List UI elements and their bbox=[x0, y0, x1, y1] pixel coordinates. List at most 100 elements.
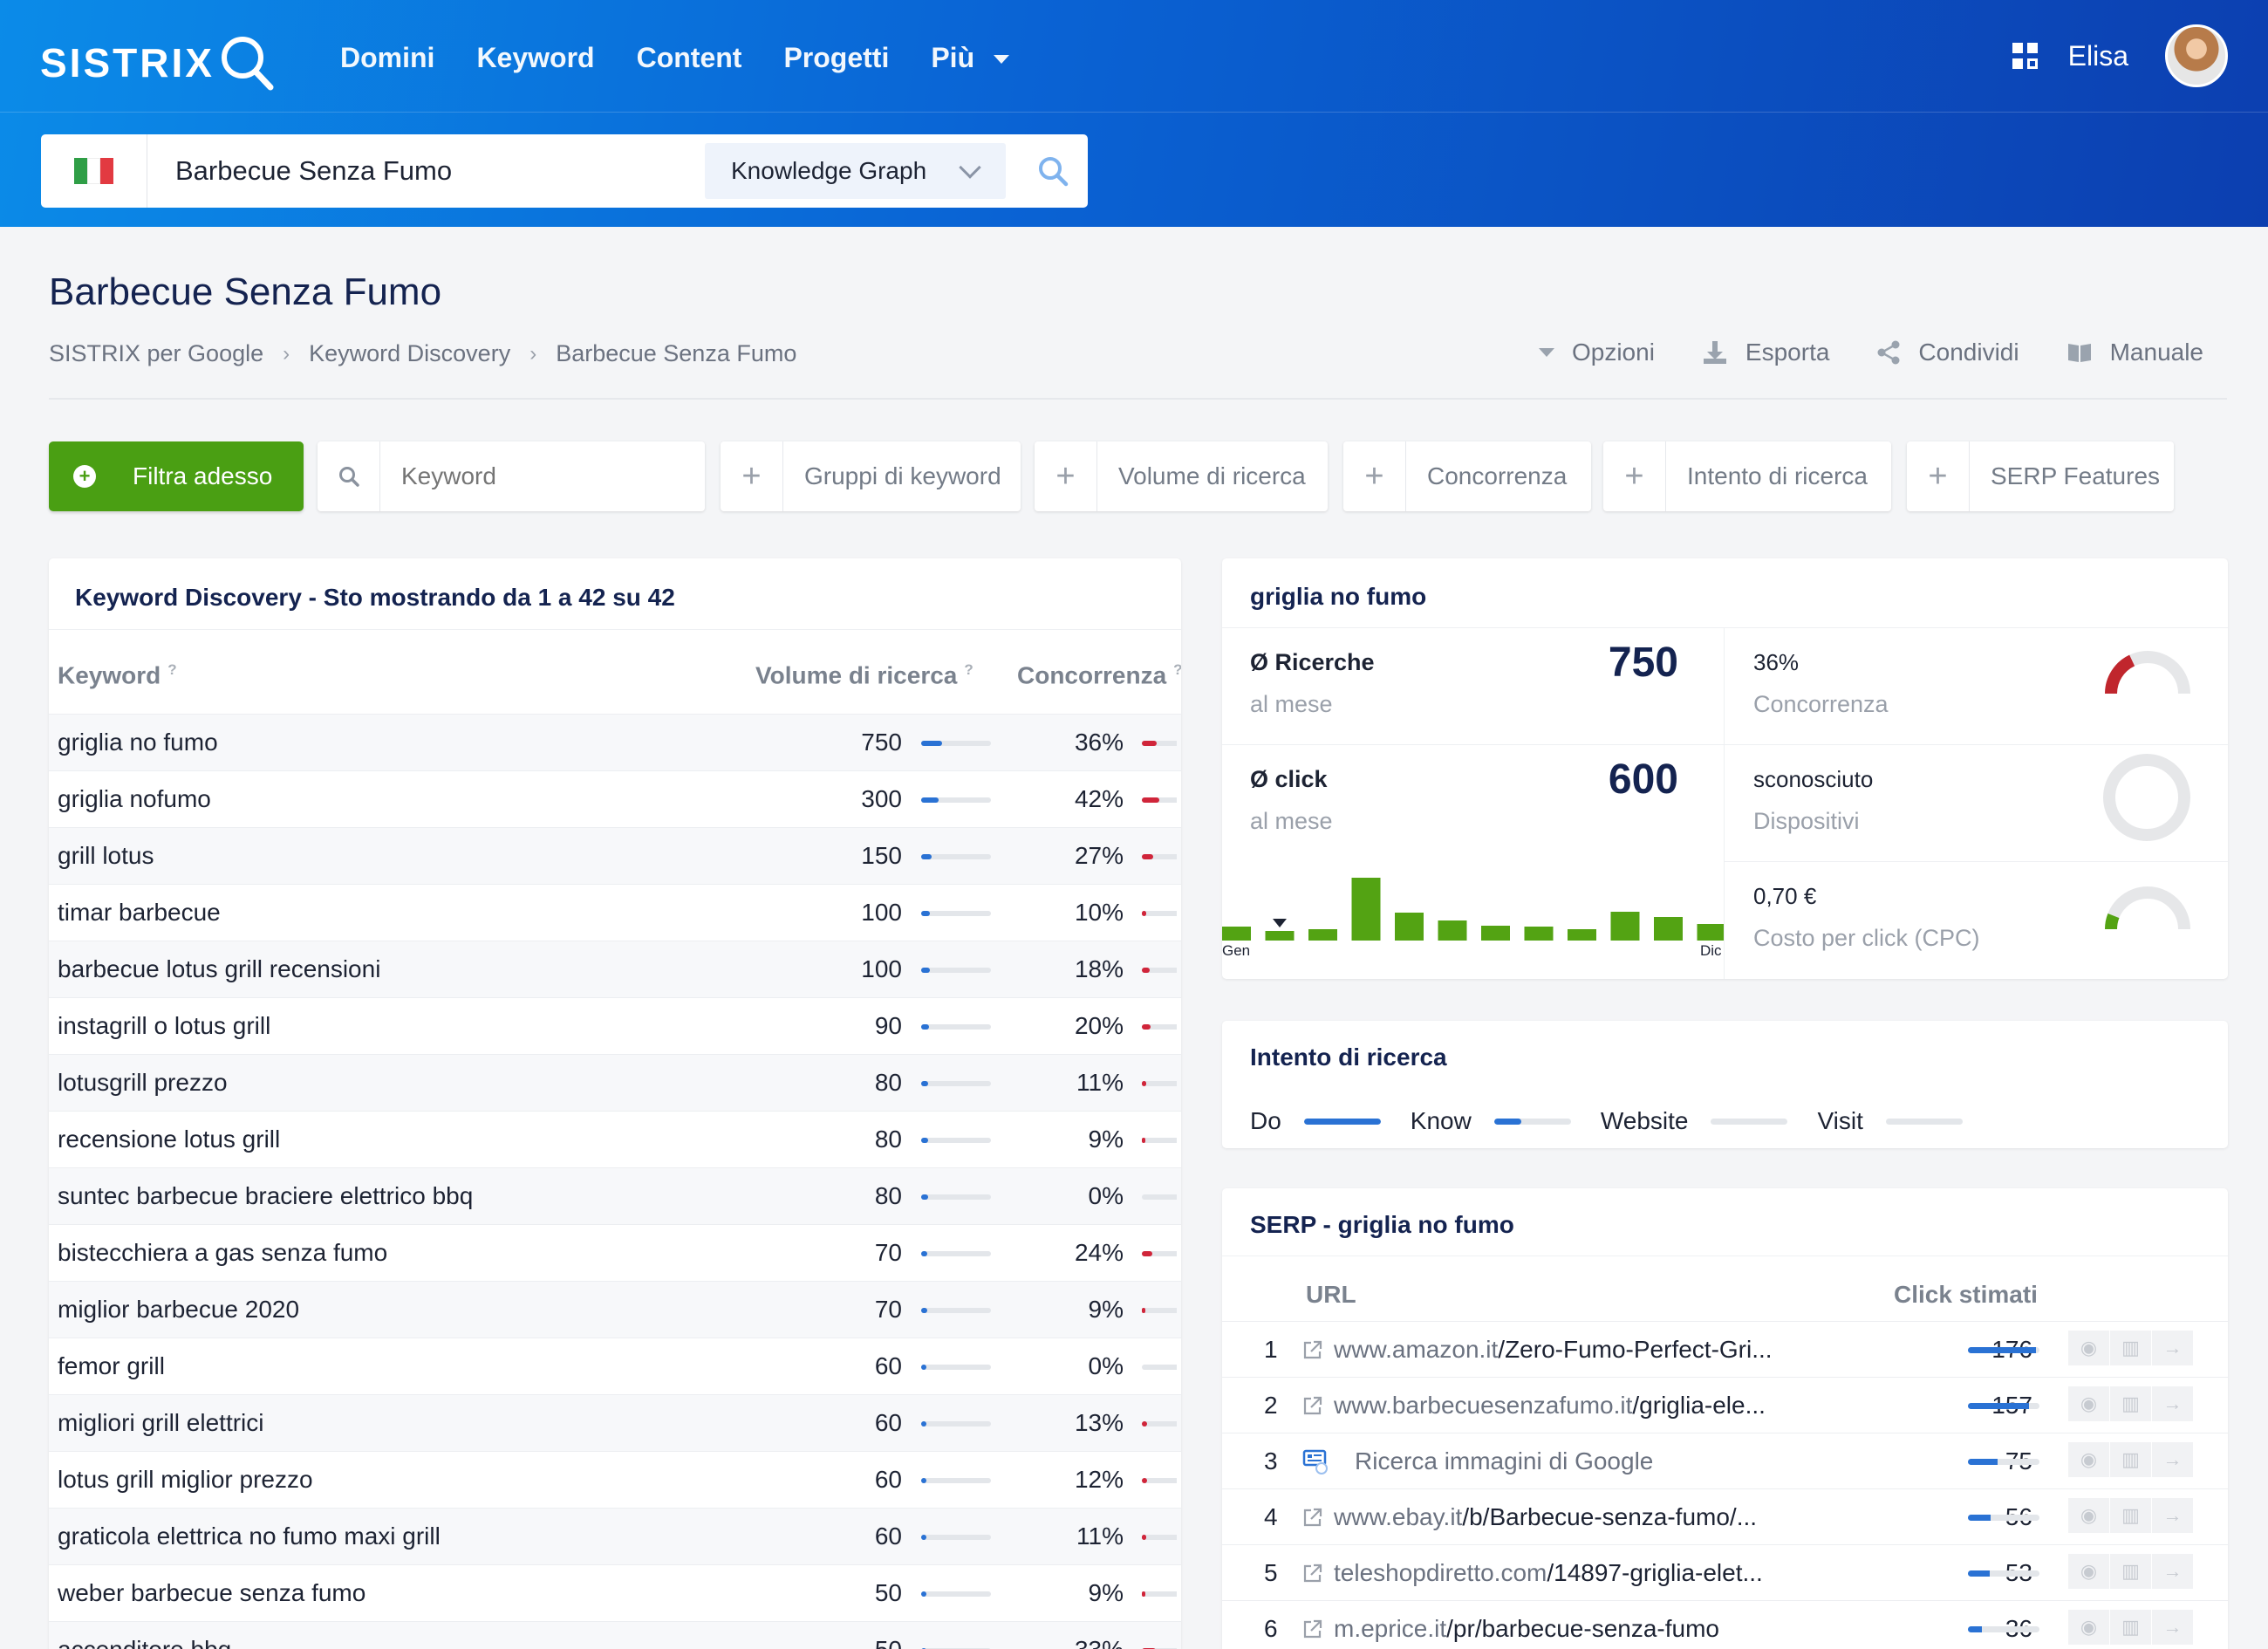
keyword-link[interactable]: suntec barbecue braciere elettrico bbq bbox=[58, 1182, 473, 1210]
trend-bar[interactable] bbox=[1524, 927, 1554, 941]
serp-result-link[interactable]: www.amazon.it/Zero-Fumo-Perfect-Gri... bbox=[1302, 1336, 1773, 1364]
nav-domini[interactable]: Domini bbox=[340, 38, 434, 77]
filter-now-button[interactable]: + Filtra adesso bbox=[49, 441, 304, 511]
keyword-link[interactable]: miglior barbecue 2020 bbox=[58, 1296, 299, 1324]
chart-icon[interactable]: ▥ bbox=[2110, 1386, 2152, 1421]
keyword-link[interactable]: timar barbecue bbox=[58, 899, 221, 927]
trend-bar[interactable] bbox=[1697, 924, 1725, 941]
country-flag-italy-icon[interactable] bbox=[41, 134, 147, 208]
table-row[interactable]: suntec barbecue braciere elettrico bbq 80… bbox=[49, 1167, 1181, 1224]
keyword-filter-input[interactable] bbox=[380, 462, 694, 490]
keyword-link[interactable]: grill lotus bbox=[58, 842, 154, 870]
table-row[interactable]: graticola elettrica no fumo maxi grill 60… bbox=[49, 1508, 1181, 1564]
table-row[interactable]: femor grill 60 0% bbox=[49, 1338, 1181, 1394]
eye-icon[interactable]: ◉ bbox=[2068, 1331, 2110, 1365]
eye-icon[interactable]: ◉ bbox=[2068, 1386, 2110, 1421]
arrow-right-icon[interactable]: → bbox=[2152, 1442, 2194, 1477]
trend-bar[interactable] bbox=[1351, 878, 1381, 941]
chart-icon[interactable]: ▥ bbox=[2110, 1554, 2152, 1589]
chart-icon[interactable]: ▥ bbox=[2110, 1610, 2152, 1645]
search-submit-button[interactable] bbox=[1018, 154, 1088, 188]
column-header-competition[interactable]: Concorrenza? bbox=[1017, 661, 1181, 689]
table-row[interactable]: timar barbecue 100 10% bbox=[49, 884, 1181, 941]
keyword-link[interactable]: instagrill o lotus grill bbox=[58, 1012, 270, 1040]
options-button[interactable]: Opzioni bbox=[1538, 339, 1655, 366]
arrow-right-icon[interactable]: → bbox=[2152, 1554, 2194, 1589]
share-button[interactable]: Condividi bbox=[1876, 339, 2019, 366]
keyword-link[interactable]: femor grill bbox=[58, 1352, 165, 1380]
breadcrumb-item[interactable]: SISTRIX per Google bbox=[49, 340, 263, 367]
trend-bar[interactable] bbox=[1308, 929, 1337, 941]
serp-result-link[interactable]: teleshopdiretto.com/14897-griglia-elet..… bbox=[1302, 1559, 1763, 1587]
eye-icon[interactable]: ◉ bbox=[2068, 1554, 2110, 1589]
arrow-right-icon[interactable]: → bbox=[2152, 1610, 2194, 1645]
column-header-volume[interactable]: Volume di ricerca? bbox=[755, 661, 973, 689]
serp-result-link[interactable]: Ricerca immagini di Google bbox=[1302, 1447, 1653, 1475]
keyword-link[interactable]: recensione lotus grill bbox=[58, 1126, 280, 1153]
keyword-link[interactable]: griglia no fumo bbox=[58, 729, 218, 756]
apps-grid-icon[interactable] bbox=[2012, 43, 2039, 69]
serp-result-link[interactable]: www.barbecuesenzafumo.it/griglia-ele... bbox=[1302, 1392, 1766, 1420]
trend-bar[interactable] bbox=[1654, 917, 1683, 941]
table-row[interactable]: migliori grill elettrici 60 13% bbox=[49, 1394, 1181, 1451]
detail-title[interactable]: griglia no fumo bbox=[1250, 583, 1426, 610]
trend-bar[interactable] bbox=[1265, 931, 1295, 941]
keyword-link[interactable]: graticola elettrica no fumo maxi grill bbox=[58, 1522, 441, 1550]
table-row[interactable]: griglia no fumo 750 36% bbox=[49, 714, 1181, 770]
breadcrumb-item[interactable]: Keyword Discovery bbox=[309, 340, 510, 367]
user-name[interactable]: Elisa bbox=[2068, 40, 2128, 72]
trend-bar[interactable] bbox=[1222, 927, 1251, 941]
eye-icon[interactable]: ◉ bbox=[2068, 1498, 2110, 1533]
arrow-right-icon[interactable]: → bbox=[2152, 1331, 2194, 1365]
serp-result-link[interactable]: m.eprice.it/pr/barbecue-senza-fumo bbox=[1302, 1615, 1719, 1643]
keyword-link[interactable]: lotusgrill prezzo bbox=[58, 1069, 228, 1097]
trend-bar[interactable] bbox=[1438, 920, 1467, 941]
eye-icon[interactable]: ◉ bbox=[2068, 1442, 2110, 1477]
filter-competition-button[interactable]: + Concorrenza bbox=[1343, 441, 1591, 511]
trend-bar[interactable] bbox=[1481, 926, 1510, 941]
table-row[interactable]: instagrill o lotus grill 90 20% bbox=[49, 997, 1181, 1054]
table-row[interactable]: accenditore bbq 50 33% bbox=[49, 1621, 1181, 1649]
keyword-link[interactable]: bistecchiera a gas senza fumo bbox=[58, 1239, 387, 1267]
keyword-link[interactable]: accenditore bbq bbox=[58, 1636, 231, 1649]
nav-progetti[interactable]: Progetti bbox=[783, 38, 889, 77]
help-icon[interactable]: ? bbox=[964, 661, 973, 678]
filter-serp-features-button[interactable]: + SERP Features bbox=[1907, 441, 2174, 511]
chart-icon[interactable]: ▥ bbox=[2110, 1498, 2152, 1533]
export-button[interactable]: Esporta bbox=[1702, 339, 1829, 366]
keyword-link[interactable]: barbecue lotus grill recensioni bbox=[58, 955, 380, 983]
table-row[interactable]: griglia nofumo 300 42% bbox=[49, 770, 1181, 827]
keyword-link[interactable]: weber barbecue senza fumo bbox=[58, 1579, 365, 1607]
table-row[interactable]: miglior barbecue 2020 70 9% bbox=[49, 1281, 1181, 1338]
eye-icon[interactable]: ◉ bbox=[2068, 1610, 2110, 1645]
nav-keyword[interactable]: Keyword bbox=[476, 38, 594, 77]
serp-result-link[interactable]: www.ebay.it/b/Barbecue-senza-fumo/... bbox=[1302, 1503, 1757, 1531]
arrow-right-icon[interactable]: → bbox=[2152, 1498, 2194, 1533]
filter-search-intent-button[interactable]: + Intento di ricerca bbox=[1603, 441, 1891, 511]
help-icon[interactable]: ? bbox=[1173, 661, 1181, 678]
filter-search-volume-button[interactable]: + Volume di ricerca bbox=[1035, 441, 1328, 511]
table-row[interactable]: grill lotus 150 27% bbox=[49, 827, 1181, 884]
help-icon[interactable]: ? bbox=[167, 661, 176, 678]
sistrix-logo[interactable]: SISTRIX bbox=[40, 30, 279, 96]
table-row[interactable]: weber barbecue senza fumo 50 9% bbox=[49, 1564, 1181, 1621]
chart-icon[interactable]: ▥ bbox=[2110, 1442, 2152, 1477]
search-input[interactable] bbox=[147, 134, 705, 208]
column-header-keyword[interactable]: Keyword? bbox=[58, 661, 177, 689]
keyword-link[interactable]: migliori grill elettrici bbox=[58, 1409, 263, 1437]
trend-bar[interactable] bbox=[1610, 912, 1640, 941]
trend-bar[interactable] bbox=[1395, 913, 1424, 941]
table-row[interactable]: barbecue lotus grill recensioni 100 18% bbox=[49, 941, 1181, 997]
trend-bar[interactable] bbox=[1568, 929, 1596, 941]
filter-keyword-groups-button[interactable]: + Gruppi di keyword bbox=[721, 441, 1021, 511]
table-row[interactable]: lotusgrill prezzo 80 11% bbox=[49, 1054, 1181, 1111]
nav-more-menu[interactable]: Più bbox=[931, 38, 1010, 77]
keyword-link[interactable]: lotus grill miglior prezzo bbox=[58, 1466, 313, 1494]
arrow-right-icon[interactable]: → bbox=[2152, 1386, 2194, 1421]
table-row[interactable]: recensione lotus grill 80 9% bbox=[49, 1111, 1181, 1167]
keyword-link[interactable]: griglia nofumo bbox=[58, 785, 211, 813]
table-row[interactable]: bistecchiera a gas senza fumo 70 24% bbox=[49, 1224, 1181, 1281]
search-mode-select[interactable]: Knowledge Graph bbox=[705, 143, 1006, 199]
manual-button[interactable]: Manuale bbox=[2066, 339, 2203, 366]
chart-icon[interactable]: ▥ bbox=[2110, 1331, 2152, 1365]
